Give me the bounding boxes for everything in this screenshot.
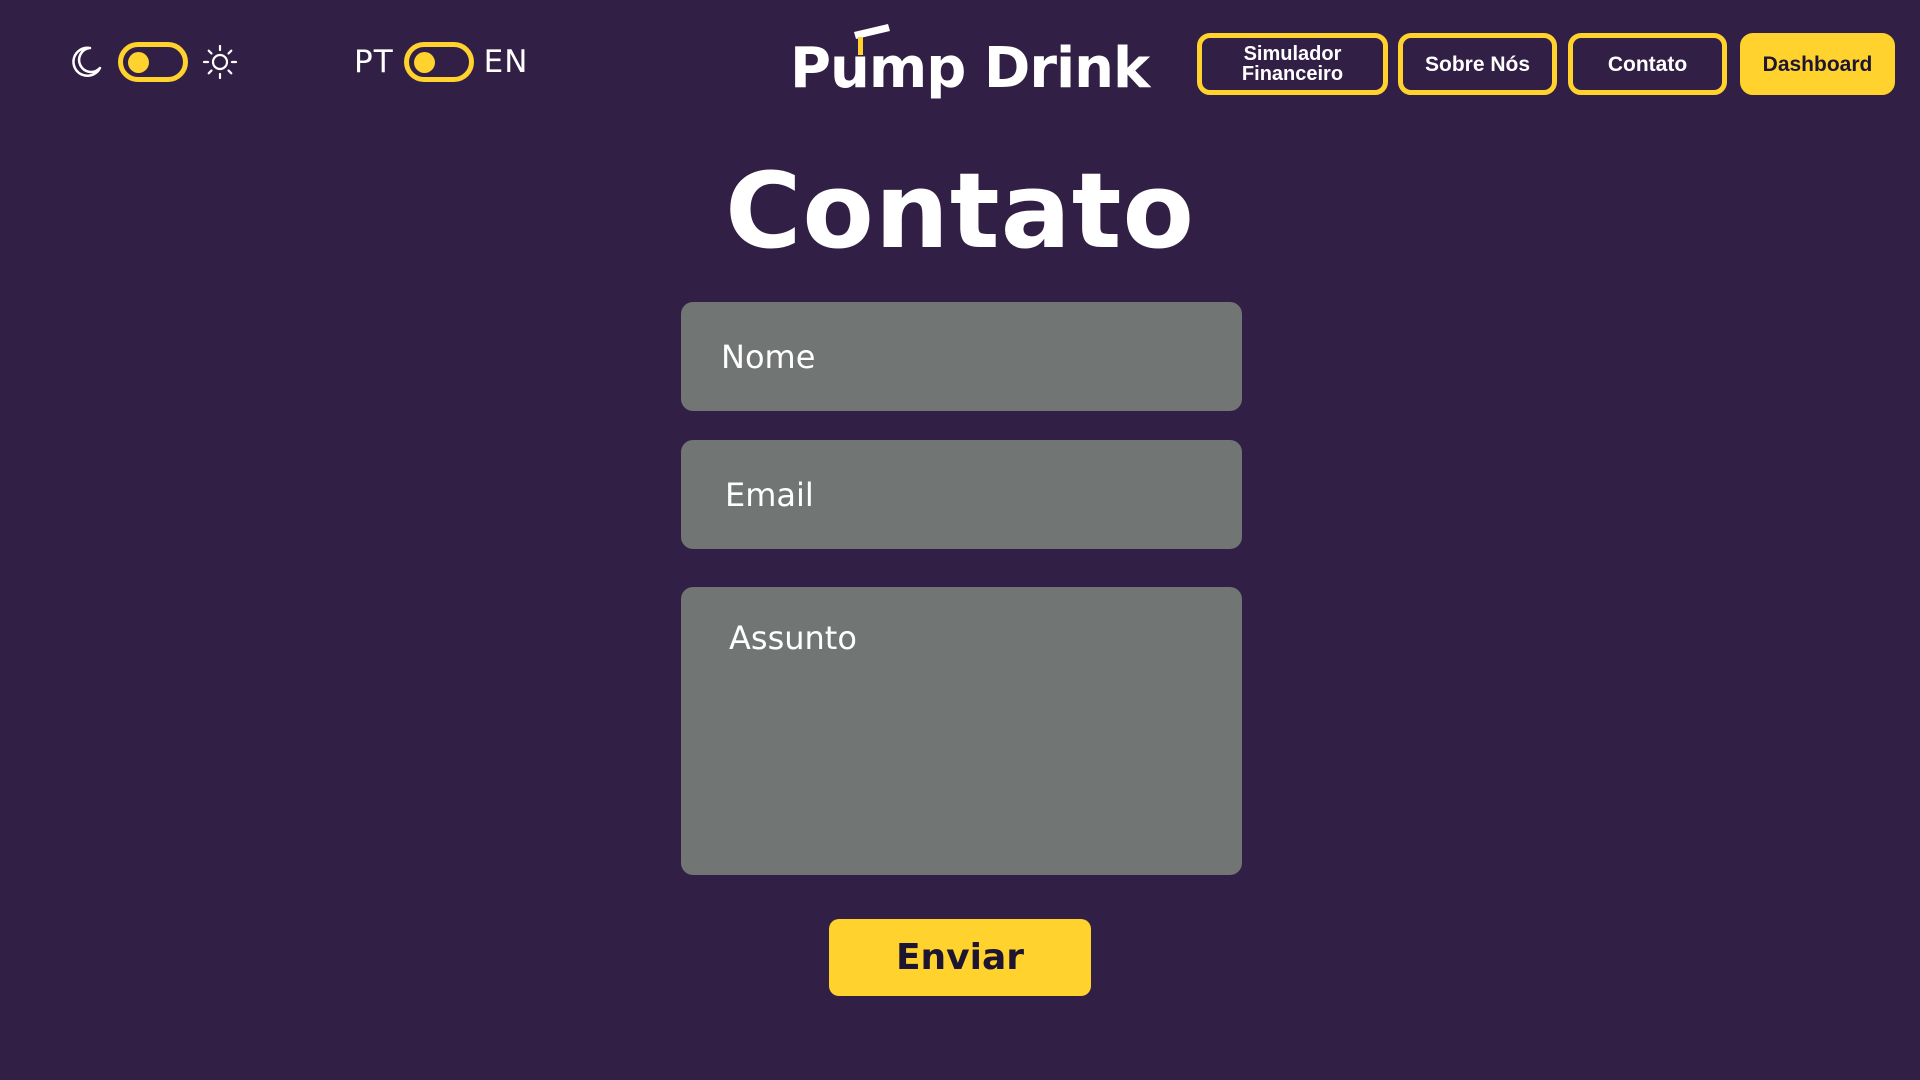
- language-label-pt: PT: [354, 44, 394, 80]
- language-toggle[interactable]: PT EN: [354, 42, 528, 82]
- site-header: PT EN Pump Drink Simulador Financeiro So…: [0, 0, 1920, 130]
- theme-switch[interactable]: [118, 42, 188, 82]
- nav-about-button[interactable]: Sobre Nós: [1398, 33, 1557, 95]
- name-input[interactable]: [681, 302, 1242, 411]
- email-input[interactable]: [681, 440, 1242, 549]
- brand-name: Pump Drink: [790, 36, 1150, 101]
- theme-switch-knob: [128, 52, 149, 73]
- language-switch-knob: [413, 52, 435, 73]
- moon-icon: [68, 44, 104, 80]
- page-title: Contato: [725, 150, 1195, 272]
- nav-simulator-label-line2: Financeiro: [1241, 63, 1344, 85]
- language-label-en: EN: [483, 44, 529, 80]
- nav-simulator-label-line1: Simulador: [1243, 43, 1342, 65]
- nav-dashboard-button[interactable]: Dashboard: [1740, 33, 1895, 95]
- sun-icon: [202, 44, 238, 80]
- brand-logo[interactable]: Pump Drink: [790, 22, 1150, 104]
- language-switch[interactable]: [403, 42, 474, 82]
- nav-contact-button[interactable]: Contato: [1568, 33, 1727, 95]
- nav-simulator-button[interactable]: Simulador Financeiro: [1197, 33, 1388, 95]
- subject-textarea[interactable]: [681, 587, 1242, 875]
- submit-button[interactable]: Enviar: [829, 919, 1091, 996]
- theme-toggle[interactable]: [68, 42, 238, 82]
